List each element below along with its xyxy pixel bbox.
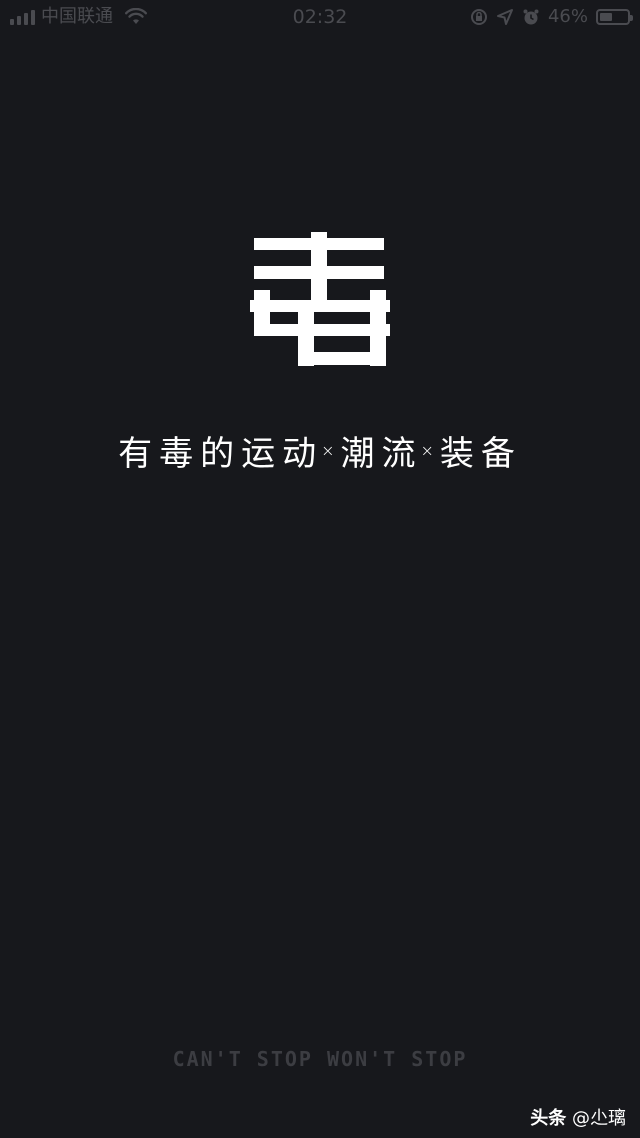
watermark-brand: 头条 <box>530 1108 567 1129</box>
location-icon <box>496 9 513 25</box>
watermark-handle: @尐璃 <box>572 1108 626 1129</box>
battery-percent: 46% <box>547 6 588 27</box>
status-bar-right: 46% <box>470 6 633 28</box>
battery-icon <box>596 9 633 25</box>
tagline: 有毒的运动 × 潮流 × 装备 <box>0 426 640 475</box>
tagline-separator: × <box>321 441 335 460</box>
app-logo: 毒 <box>250 232 390 366</box>
status-bar: 中国联通 02:32 46% <box>0 0 640 36</box>
alarm-icon <box>523 9 539 25</box>
tagline-separator: × <box>420 441 434 460</box>
watermark: 头条 @尐璃 <box>530 1104 626 1130</box>
tagline-part-gear: 装备 <box>439 434 522 474</box>
tagline-part-trend: 潮流 <box>340 434 423 474</box>
slogan: CAN'T STOP WON'T STOP <box>172 1047 468 1071</box>
tagline-part-sports: 有毒的运动 <box>118 434 324 474</box>
orientation-lock-icon <box>470 9 487 25</box>
